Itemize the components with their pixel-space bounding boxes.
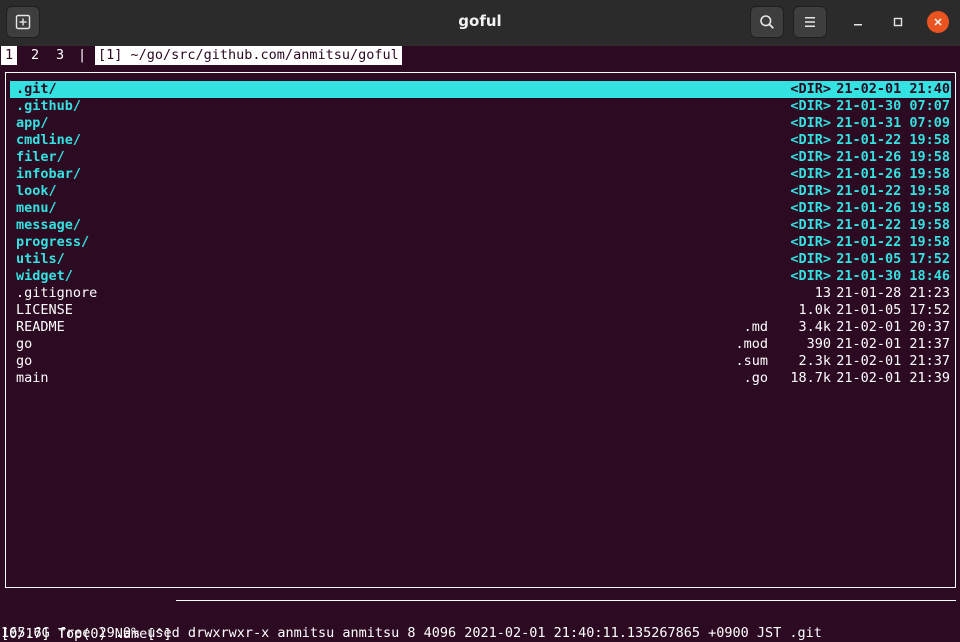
file-name: infobar/ xyxy=(16,166,82,182)
file-name: utils/ xyxy=(16,251,65,267)
search-icon xyxy=(760,15,774,29)
tab-2[interactable]: 2 xyxy=(27,46,43,65)
file-name: message/ xyxy=(16,217,82,233)
minimize-icon xyxy=(854,24,862,26)
file-date: 21-01-26 19:58 xyxy=(836,166,950,182)
file-size: <DIR> xyxy=(790,183,831,199)
file-size: <DIR> xyxy=(790,251,831,267)
file-name: main xyxy=(16,370,49,386)
file-size: <DIR> xyxy=(790,217,831,233)
window-titlebar: goful xyxy=(0,0,960,46)
directory-row[interactable]: message/ <DIR> 21-01-22 19:58 xyxy=(10,217,951,234)
maximize-icon xyxy=(893,17,903,27)
file-date: 21-02-01 21:37 xyxy=(836,353,950,369)
file-row[interactable]: go .mod 390 21-02-01 21:37 xyxy=(10,336,951,353)
directory-row[interactable]: progress/ <DIR> 21-01-22 19:58 xyxy=(10,234,951,251)
file-size: 1.0k xyxy=(798,302,831,318)
directory-row[interactable]: cmdline/ <DIR> 21-01-22 19:58 xyxy=(10,132,951,149)
file-date: 21-02-01 20:37 xyxy=(836,319,950,335)
file-date: 21-01-05 17:52 xyxy=(836,302,950,318)
file-size: <DIR> xyxy=(790,149,831,165)
minimize-button[interactable] xyxy=(847,11,869,33)
file-row[interactable]: main .go 18.7k 21-02-01 21:39 xyxy=(10,370,951,387)
file-date: 21-02-01 21:37 xyxy=(836,336,950,352)
file-size: <DIR> xyxy=(790,98,831,114)
file-size: 13 xyxy=(814,285,831,301)
file-extension: .mod xyxy=(735,336,768,352)
file-date: 21-02-01 21:40 xyxy=(836,81,950,97)
search-button[interactable] xyxy=(750,6,784,38)
file-date: 21-01-22 19:58 xyxy=(836,234,950,250)
directory-row[interactable]: app/ <DIR> 21-01-31 07:09 xyxy=(10,115,951,132)
file-name: .gitignore xyxy=(16,285,98,301)
file-size: 2.3k xyxy=(798,353,831,369)
directory-row[interactable]: .github/ <DIR> 21-01-30 07:07 xyxy=(10,98,951,115)
hamburger-menu-icon xyxy=(805,17,815,27)
workspace-tabline: 1 2 3 | [1] ~/go/src/github.com/anmitsu/… xyxy=(0,46,960,65)
file-name: cmdline/ xyxy=(16,132,82,148)
file-size: <DIR> xyxy=(790,81,831,97)
file-date: 21-01-30 18:46 xyxy=(836,268,950,284)
file-size: <DIR> xyxy=(790,132,831,148)
file-row[interactable]: LICENSE 1.0k 21-01-05 17:52 xyxy=(10,302,951,319)
tab-3[interactable]: 3 xyxy=(52,46,68,65)
status-divider xyxy=(176,600,956,601)
file-date: 21-01-28 21:23 xyxy=(836,285,950,301)
file-infobar: 165.6G free 29.0% used drwxrwxr-x anmits… xyxy=(1,625,822,641)
close-button[interactable] xyxy=(927,11,949,33)
file-name: widget/ xyxy=(16,268,73,284)
directory-row[interactable]: filer/ <DIR> 21-01-26 19:58 xyxy=(10,149,951,166)
file-size: 18.7k xyxy=(790,370,831,386)
file-date: 21-01-30 07:07 xyxy=(836,98,950,114)
file-date: 21-01-26 19:58 xyxy=(836,200,950,216)
file-name: LICENSE xyxy=(16,302,73,318)
file-size: <DIR> xyxy=(790,268,831,284)
tab-separator: | xyxy=(78,47,87,63)
close-icon xyxy=(934,18,942,26)
file-name: app/ xyxy=(16,115,49,131)
file-size: <DIR> xyxy=(790,234,831,250)
file-date: 21-01-26 19:58 xyxy=(836,149,950,165)
file-size: <DIR> xyxy=(790,200,831,216)
directory-panel[interactable]: .git/ <DIR> 21-02-01 21:40 .github/ <DIR> 21-… xyxy=(5,72,956,588)
file-row[interactable]: README .md 3.4k 21-02-01 20:37 xyxy=(10,319,951,336)
file-size: 3.4k xyxy=(798,319,831,335)
directory-row[interactable]: .git/ <DIR> 21-02-01 21:40 xyxy=(10,81,951,98)
file-name: progress/ xyxy=(16,234,90,250)
directory-row[interactable]: utils/ <DIR> 21-01-05 17:52 xyxy=(10,251,951,268)
maximize-button[interactable] xyxy=(887,11,909,33)
tab-1[interactable]: 1 xyxy=(1,46,18,65)
file-size: <DIR> xyxy=(790,115,831,131)
file-name: go xyxy=(16,336,33,352)
file-date: 21-02-01 21:39 xyxy=(836,370,950,386)
new-tab-icon xyxy=(15,14,31,30)
file-name: filer/ xyxy=(16,149,65,165)
file-size: 390 xyxy=(806,336,831,352)
file-name: look/ xyxy=(16,183,57,199)
file-extension: .go xyxy=(743,370,768,386)
file-date: 21-01-05 17:52 xyxy=(836,251,950,267)
directory-row[interactable]: look/ <DIR> 21-01-22 19:58 xyxy=(10,183,951,200)
directory-row[interactable]: widget/ <DIR> 21-01-30 18:46 xyxy=(10,268,951,285)
file-date: 21-01-31 07:09 xyxy=(836,115,950,131)
file-name: go xyxy=(16,353,33,369)
panel-status-bar: [0/17] Top(0) Name[^] xyxy=(0,592,960,642)
menu-button[interactable] xyxy=(793,6,827,38)
file-name: README xyxy=(16,319,65,335)
file-date: 21-01-22 19:58 xyxy=(836,183,950,199)
directory-row[interactable]: infobar/ <DIR> 21-01-26 19:58 xyxy=(10,166,951,183)
new-tab-button[interactable] xyxy=(6,6,40,38)
file-name: menu/ xyxy=(16,200,57,216)
directory-row[interactable]: menu/ <DIR> 21-01-26 19:58 xyxy=(10,200,951,217)
file-date: 21-01-22 19:58 xyxy=(836,132,950,148)
file-extension: .sum xyxy=(735,353,768,369)
current-path: [1] ~/go/src/github.com/anmitsu/goful xyxy=(95,46,402,65)
file-name: .github/ xyxy=(16,98,82,114)
file-row[interactable]: .gitignore 13 21-01-28 21:23 xyxy=(10,285,951,302)
file-name: .git/ xyxy=(16,81,57,97)
file-extension: .md xyxy=(743,319,768,335)
file-row[interactable]: go .sum 2.3k 21-02-01 21:37 xyxy=(10,353,951,370)
file-date: 21-01-22 19:58 xyxy=(836,217,950,233)
file-size: <DIR> xyxy=(790,166,831,182)
